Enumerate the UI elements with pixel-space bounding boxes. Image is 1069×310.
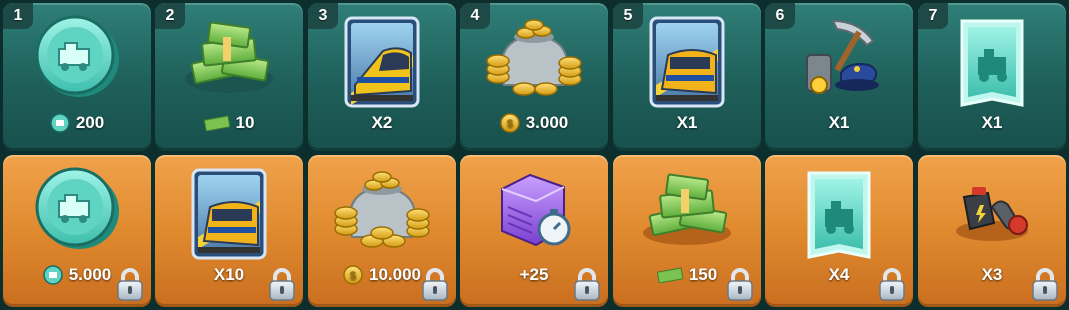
cash-icon <box>656 267 683 283</box>
reward-amount-text: 10.000 <box>369 265 421 284</box>
train-card-icon <box>649 16 725 108</box>
day-number: 1 <box>3 3 33 29</box>
premium-reward-tile-3[interactable]: $ 10.000 <box>308 155 456 307</box>
reward-tile-day-6[interactable]: 6 X1 <box>765 3 913 151</box>
reward-amount-text: +25 <box>519 265 549 284</box>
reward-amount-text: 5.000 <box>68 265 112 284</box>
reward-tile-day-2[interactable]: 2 10 <box>155 3 303 151</box>
reward-amount-text: X1 <box>981 113 1003 132</box>
reward-amount: 200 <box>3 113 151 133</box>
svg-text:$: $ <box>350 270 356 282</box>
reward-amount-text: X1 <box>676 113 698 132</box>
premium-reward-tile-6[interactable]: X4 <box>765 155 913 307</box>
reward-amount: 10 <box>155 113 303 133</box>
reward-amount-text: X3 <box>981 265 1003 284</box>
reward-tile-day-4[interactable]: 4 $ 3.000 <box>460 3 608 151</box>
train-card-icon <box>191 168 267 260</box>
reward-amount-text: 10 <box>235 113 255 132</box>
reward-amount: $ 3.000 <box>460 113 608 133</box>
coin-icon <box>42 265 63 285</box>
gold-coin-icon: $ <box>343 265 363 285</box>
tools-icon <box>956 187 1028 241</box>
reward-amount: X2 <box>308 113 456 133</box>
reward-track: 1 200 2 10 3 X2 4 $ 3.000 5 X1 6 X1 7 X1… <box>3 3 1066 307</box>
gold-coins-icon <box>334 171 430 248</box>
day-number: 3 <box>308 3 338 29</box>
lock-icon <box>117 268 143 301</box>
cash-icon <box>185 21 273 93</box>
lock-icon <box>879 268 905 301</box>
reward-amount-text: 3.000 <box>525 113 569 132</box>
reward-tile-day-1[interactable]: 1 200 <box>3 3 151 151</box>
lock-icon <box>422 268 448 301</box>
premium-reward-tile-2[interactable]: X10 <box>155 155 303 307</box>
cash-icon <box>203 115 230 131</box>
coin-icon <box>35 15 119 97</box>
lock-icon <box>727 268 753 301</box>
day-number: 5 <box>613 3 643 29</box>
reward-amount-text: 200 <box>75 113 105 132</box>
coin-icon <box>35 167 119 249</box>
reward-amount-text: X2 <box>371 113 393 132</box>
blueprint-icon <box>960 19 1024 107</box>
depot-speedup-icon <box>501 173 571 247</box>
reward-tile-day-3[interactable]: 3 X2 <box>308 3 456 151</box>
reward-amount-text: 150 <box>688 265 718 284</box>
premium-reward-tile-5[interactable]: 150 <box>613 155 761 307</box>
reward-amount: X1 <box>918 113 1066 133</box>
reward-tile-day-7[interactable]: 7 X1 <box>918 3 1066 151</box>
coin-icon <box>50 113 70 133</box>
tools-icon <box>806 19 879 94</box>
gold-coin-icon: $ <box>499 113 520 133</box>
reward-amount-text: X10 <box>213 265 245 284</box>
premium-reward-tile-1[interactable]: 5.000 <box>3 155 151 307</box>
premium-reward-tile-7[interactable]: X3 <box>918 155 1066 307</box>
lock-icon <box>574 268 600 301</box>
svg-text:$: $ <box>507 118 513 130</box>
reward-amount: X1 <box>613 113 761 133</box>
gold-coins-icon <box>486 19 582 96</box>
lock-icon <box>1032 268 1058 301</box>
blueprint-icon <box>807 171 871 259</box>
cash-icon <box>643 173 731 245</box>
premium-reward-tile-4[interactable]: +25 <box>460 155 608 307</box>
reward-amount-text: X1 <box>828 113 850 132</box>
reward-amount-text: X4 <box>828 265 850 284</box>
reward-tile-day-5[interactable]: 5 X1 <box>613 3 761 151</box>
train-card-icon <box>344 16 420 108</box>
reward-amount: X1 <box>765 113 913 133</box>
day-number: 7 <box>918 3 948 29</box>
lock-icon <box>269 268 295 301</box>
